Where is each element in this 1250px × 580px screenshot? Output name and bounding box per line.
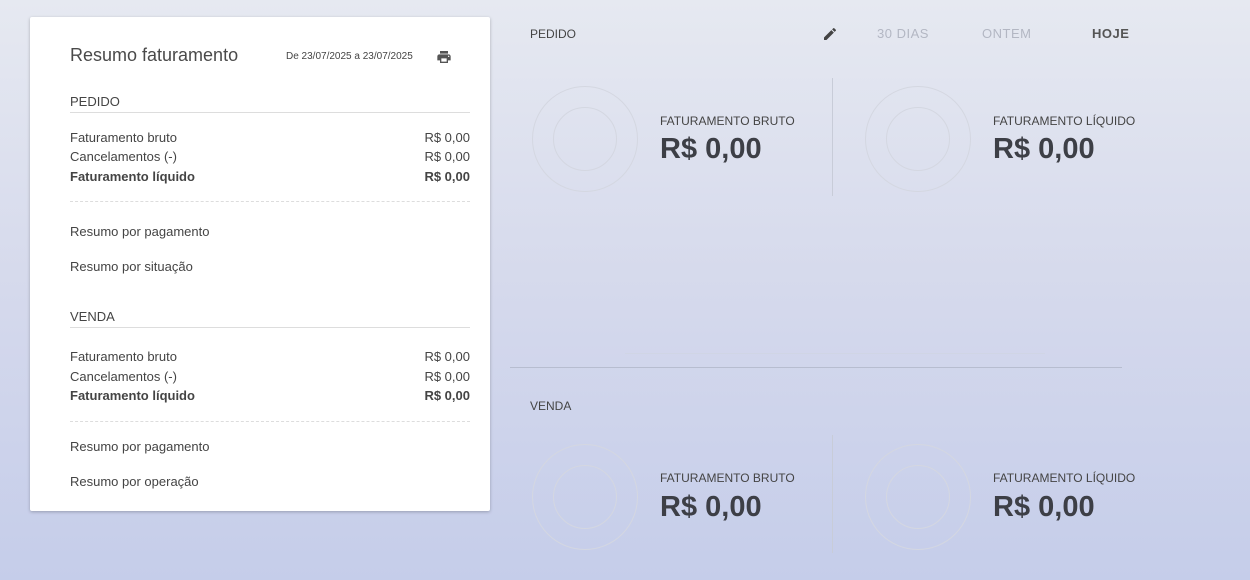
filter-30-dias[interactable]: 30 DIAS: [877, 26, 929, 41]
bruto-ring-chart: [532, 444, 638, 550]
liquido-ring-chart: [865, 86, 971, 192]
divider: [70, 421, 470, 422]
row-label: Faturamento líquido: [70, 388, 195, 403]
pedido-row-liquido: Faturamento líquido R$ 0,00: [70, 169, 470, 184]
pedido-bruto-value: R$ 0,00: [660, 133, 762, 165]
print-button[interactable]: [435, 49, 453, 65]
venda-bruto-label: FATURAMENTO BRUTO: [660, 471, 795, 485]
pedido-liquido-label: FATURAMENTO LÍQUIDO: [993, 114, 1136, 128]
print-icon: [437, 51, 451, 63]
bruto-ring-chart: [532, 86, 638, 192]
pedido-heading: PEDIDO: [70, 94, 470, 113]
venda-row-liquido: Faturamento líquido R$ 0,00: [70, 388, 470, 403]
row-value: R$ 0,00: [424, 369, 470, 384]
pedido-bruto-label: FATURAMENTO BRUTO: [660, 114, 795, 128]
card-title: Resumo faturamento: [70, 45, 239, 65]
venda-liquido-value: R$ 0,00: [993, 491, 1095, 523]
venda-link-operacao[interactable]: Resumo por operação: [70, 474, 199, 489]
vertical-divider: [832, 435, 833, 553]
venda-row-cancelamentos: Cancelamentos (-) R$ 0,00: [70, 369, 470, 384]
pedido-row-bruto: Faturamento bruto R$ 0,00: [70, 130, 470, 145]
filter-ontem[interactable]: ONTEM: [982, 26, 1031, 41]
pedido-row-cancelamentos: Cancelamentos (-) R$ 0,00: [70, 149, 470, 164]
section-divider: [510, 367, 1122, 368]
venda-panel-label: VENDA: [530, 399, 572, 413]
row-label: Cancelamentos (-): [70, 369, 177, 384]
row-value: R$ 0,00: [424, 149, 470, 164]
edit-button[interactable]: [822, 26, 838, 42]
row-value: R$ 0,00: [424, 130, 470, 145]
row-value: R$ 0,00: [424, 169, 470, 184]
vertical-divider: [832, 78, 833, 196]
row-value: R$ 0,00: [424, 388, 470, 403]
filter-hoje[interactable]: HOJE: [1092, 26, 1129, 41]
venda-liquido-label: FATURAMENTO LÍQUIDO: [993, 471, 1136, 485]
pedido-panel-label: PEDIDO: [530, 27, 577, 41]
pedido-liquido-value: R$ 0,00: [993, 133, 1095, 165]
faint-divider: [625, 353, 1045, 354]
date-range: De 23/07/2025 a 23/07/2025: [286, 51, 413, 62]
row-value: R$ 0,00: [424, 349, 470, 364]
divider: [70, 201, 470, 202]
summary-card: Resumo faturamento De 23/07/2025 a 23/07…: [30, 17, 490, 511]
venda-link-pagamento[interactable]: Resumo por pagamento: [70, 439, 209, 454]
venda-row-bruto: Faturamento bruto R$ 0,00: [70, 349, 470, 364]
row-label: Cancelamentos (-): [70, 149, 177, 164]
row-label: Faturamento líquido: [70, 169, 195, 184]
pedido-link-situacao[interactable]: Resumo por situação: [70, 259, 193, 274]
pedido-link-pagamento[interactable]: Resumo por pagamento: [70, 224, 209, 239]
venda-heading: VENDA: [70, 309, 470, 328]
liquido-ring-chart: [865, 444, 971, 550]
row-label: Faturamento bruto: [70, 130, 177, 145]
venda-bruto-value: R$ 0,00: [660, 491, 762, 523]
pencil-icon: [824, 27, 837, 40]
row-label: Faturamento bruto: [70, 349, 177, 364]
